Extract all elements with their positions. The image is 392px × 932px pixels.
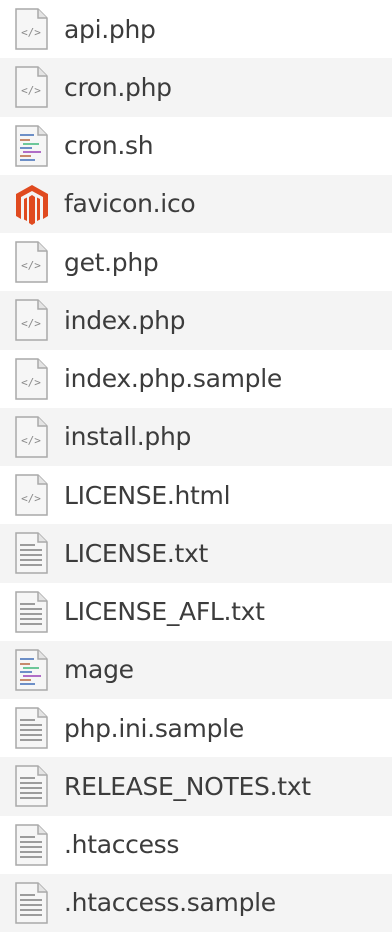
file-row-php-ini-sample[interactable]: php.ini.sample bbox=[0, 699, 392, 757]
file-row-favicon-ico[interactable]: favicon.ico bbox=[0, 174, 392, 233]
shell-script-icon bbox=[14, 646, 56, 694]
svg-text:</>: </> bbox=[21, 376, 41, 389]
svg-text:</>: </> bbox=[21, 434, 41, 447]
file-row-cron-sh[interactable]: cron.sh bbox=[0, 117, 392, 175]
svg-text:</>: </> bbox=[21, 259, 41, 272]
file-row-install-php[interactable]: </> install.php bbox=[0, 407, 392, 466]
svg-text:</>: </> bbox=[21, 492, 41, 505]
php-file-icon: </> bbox=[14, 5, 56, 53]
file-row-index-php-sample[interactable]: </> index.php.sample bbox=[0, 350, 392, 408]
svg-text:</>: </> bbox=[21, 26, 41, 39]
file-name: php.ini.sample bbox=[64, 713, 244, 743]
file-row-license-afl-txt[interactable]: LICENSE_AFL.txt bbox=[0, 583, 392, 641]
file-name: LICENSE.html bbox=[64, 480, 231, 510]
file-name: index.php.sample bbox=[64, 364, 282, 394]
html-file-icon: </> bbox=[14, 471, 56, 519]
file-name: LICENSE_AFL.txt bbox=[64, 597, 265, 627]
file-name: LICENSE.txt bbox=[64, 538, 208, 568]
text-file-icon bbox=[14, 588, 56, 636]
file-name: RELEASE_NOTES.txt bbox=[64, 771, 311, 801]
svg-text:</>: </> bbox=[21, 317, 41, 330]
file-name: mage bbox=[64, 655, 134, 685]
file-name: cron.sh bbox=[64, 131, 154, 161]
shell-script-icon bbox=[14, 122, 56, 170]
svg-text:</>: </> bbox=[21, 84, 41, 97]
file-name: .htaccess bbox=[64, 830, 180, 860]
file-row-license-txt[interactable]: LICENSE.txt bbox=[0, 524, 392, 583]
php-file-icon: </> bbox=[14, 63, 56, 111]
file-row-release-notes-txt[interactable]: RELEASE_NOTES.txt bbox=[0, 757, 392, 816]
magento-logo-icon bbox=[14, 180, 56, 228]
php-file-icon: </> bbox=[14, 355, 56, 403]
file-row-api-php[interactable]: </> api.php bbox=[0, 0, 392, 58]
file-name: api.php bbox=[64, 14, 156, 44]
file-name: install.php bbox=[64, 422, 192, 452]
file-name: favicon.ico bbox=[64, 189, 196, 219]
file-list: </> api.php </> cron.php cron.sh favicon… bbox=[0, 0, 392, 932]
text-file-icon bbox=[14, 704, 56, 752]
file-row-htaccess-sample[interactable]: .htaccess.sample bbox=[0, 873, 392, 932]
file-row-cron-php[interactable]: </> cron.php bbox=[0, 58, 392, 117]
file-row-htaccess[interactable]: .htaccess bbox=[0, 816, 392, 874]
file-row-get-php[interactable]: </> get.php bbox=[0, 233, 392, 291]
text-file-icon bbox=[14, 529, 56, 577]
file-name: index.php bbox=[64, 305, 186, 335]
php-file-icon: </> bbox=[14, 296, 56, 344]
file-name: cron.php bbox=[64, 72, 172, 102]
text-file-icon bbox=[14, 762, 56, 810]
php-file-icon: </> bbox=[14, 238, 56, 286]
php-file-icon: </> bbox=[14, 413, 56, 461]
file-name: .htaccess.sample bbox=[64, 888, 276, 918]
file-row-mage[interactable]: mage bbox=[0, 640, 392, 699]
text-file-icon bbox=[14, 821, 56, 869]
text-file-icon bbox=[14, 879, 56, 927]
file-row-license-html[interactable]: </> LICENSE.html bbox=[0, 466, 392, 524]
file-name: get.php bbox=[64, 247, 159, 277]
file-row-index-php[interactable]: </> index.php bbox=[0, 291, 392, 350]
